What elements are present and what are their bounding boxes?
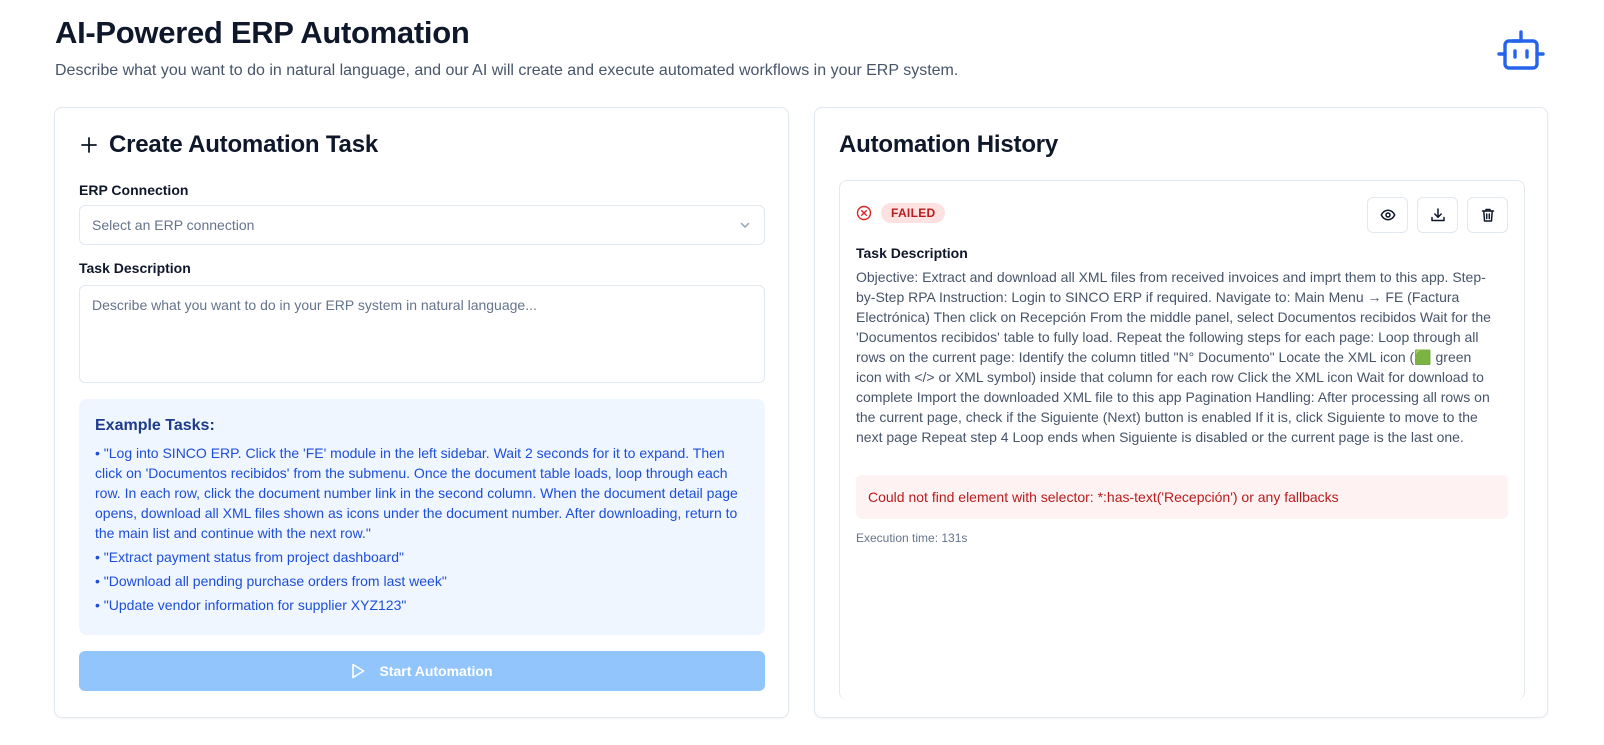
status-row: FAILED: [856, 203, 946, 223]
automation-history-title: Automation History: [839, 131, 1059, 158]
eye-icon: [1380, 209, 1395, 221]
example-tasks-title: Example Tasks:: [95, 417, 215, 434]
page-subtitle: Describe what you want to do in natural …: [55, 62, 959, 79]
plus-icon: [81, 137, 97, 153]
page-title: AI-Powered ERP Automation: [55, 15, 470, 50]
erp-connection-label: ERP Connection: [79, 182, 189, 198]
history-item: FAILED Task Description Objective: Extra…: [839, 180, 1525, 700]
automation-history-card: Automation History FAILED Task Descripti…: [814, 107, 1548, 718]
download-button[interactable]: [1417, 197, 1458, 233]
example-tasks-panel: Example Tasks: • "Log into SINCO ERP. Cl…: [79, 399, 765, 635]
create-task-title: Create Automation Task: [79, 130, 378, 160]
example-task-item: • "Log into SINCO ERP. Click the 'FE' mo…: [95, 445, 738, 541]
trash-icon: [1481, 208, 1494, 222]
task-description-label: Task Description: [79, 260, 191, 276]
start-automation-label: Start Automation: [379, 663, 493, 679]
execution-time: Execution time: 131s: [856, 531, 968, 545]
create-task-title-text: Create Automation Task: [109, 131, 378, 158]
bot-icon: [1497, 30, 1545, 70]
create-task-card: Create Automation Task ERP Connection Se…: [54, 107, 789, 718]
example-task-item: • "Extract payment status from project d…: [95, 549, 404, 565]
history-item-actions: [1367, 197, 1508, 233]
start-automation-button[interactable]: Start Automation: [79, 651, 765, 691]
page-header: AI-Powered ERP Automation Describe what …: [55, 14, 1545, 84]
play-icon: [352, 663, 365, 679]
x-circle-icon: [856, 205, 872, 221]
history-task-label: Task Description: [856, 245, 968, 261]
view-button[interactable]: [1367, 197, 1408, 233]
example-task-item: • "Download all pending purchase orders …: [95, 573, 447, 589]
download-icon: [1430, 208, 1445, 222]
task-description-input[interactable]: [79, 285, 765, 383]
erp-connection-select[interactable]: Select an ERP connection: [79, 205, 765, 245]
status-badge: FAILED: [881, 203, 946, 223]
delete-button[interactable]: [1467, 197, 1508, 233]
erp-connection-placeholder: Select an ERP connection: [92, 217, 255, 233]
chevron-down-icon: [740, 222, 750, 228]
example-task-item: • "Update vendor information for supplie…: [95, 597, 407, 613]
history-task-text: Objective: Extract and download all XML …: [856, 269, 1491, 445]
error-message: Could not find element with selector: *:…: [856, 475, 1508, 519]
